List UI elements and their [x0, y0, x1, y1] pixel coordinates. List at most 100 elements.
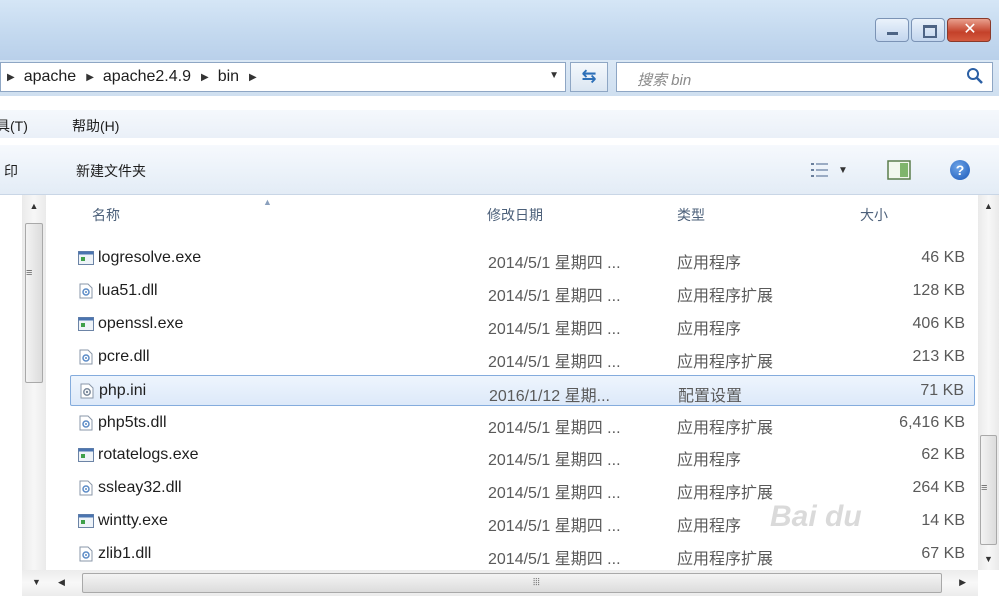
minimize-button[interactable]	[875, 18, 909, 42]
file-date: 2014/5/1 星期四 ...	[488, 419, 621, 437]
column-header-type[interactable]: 类型	[677, 205, 705, 225]
close-button[interactable]: ✕	[947, 18, 991, 42]
menu-help[interactable]: 帮助(H)	[72, 116, 119, 136]
search-placeholder: 搜索 bin	[637, 72, 692, 89]
minimize-icon	[887, 32, 898, 35]
dll-icon	[78, 283, 94, 299]
file-size: 128 KB	[912, 281, 965, 299]
scroll-down-icon[interactable]: ▼	[32, 577, 41, 587]
file-row[interactable]: openssl.exe 2014/5/1 星期四 ... 应用程序 406 KB	[70, 309, 975, 340]
view-options-icon[interactable]	[810, 161, 830, 179]
print-button[interactable]: 印	[4, 161, 18, 181]
exe-icon	[78, 447, 94, 463]
maximize-button[interactable]	[911, 18, 945, 42]
search-input[interactable]: 搜索 bin	[616, 62, 993, 92]
file-name: logresolve.exe	[98, 249, 202, 266]
file-type: 应用程序扩展	[677, 485, 774, 503]
file-name: php.ini	[99, 381, 147, 399]
file-date: 2014/5/1 星期四 ...	[488, 320, 621, 338]
file-date: 2014/5/1 星期四 ...	[488, 255, 621, 272]
navigation-pane-scrollbar[interactable]: ▲ ≡	[22, 195, 46, 570]
file-type: 应用程序	[677, 255, 742, 272]
file-row[interactable]: logresolve.exe 2014/5/1 星期四 ... 应用程序 46 KB	[70, 243, 975, 274]
scroll-down-icon[interactable]: ▼	[978, 554, 999, 564]
file-date: 2014/5/1 星期四 ...	[488, 452, 621, 470]
file-size: 6,416 KB	[899, 413, 965, 431]
file-row[interactable]: rotatelogs.exe 2014/5/1 星期四 ... 应用程序 62 KB	[70, 440, 975, 471]
file-row[interactable]: lua51.dll 2014/5/1 星期四 ... 应用程序扩展 128 KB	[70, 276, 975, 307]
file-date: 2014/5/1 星期四 ...	[488, 551, 621, 569]
scroll-up-icon[interactable]: ▲	[978, 201, 999, 211]
file-size: 213 KB	[912, 347, 965, 365]
file-date: 2014/5/1 星期四 ...	[488, 518, 621, 536]
scroll-grip-icon: ≡	[26, 267, 33, 279]
dll-icon	[78, 480, 94, 496]
file-row[interactable]: php5ts.dll 2014/5/1 星期四 ... 应用程序扩展 6,416 KB	[70, 408, 975, 439]
sort-ascending-icon: ▲	[263, 197, 272, 207]
file-size: 406 KB	[912, 314, 965, 332]
file-name: lua51.dll	[98, 281, 158, 299]
file-type: 应用程序扩展	[677, 551, 774, 569]
file-type: 应用程序	[677, 452, 742, 470]
breadcrumb-apache249[interactable]: apache2.4.9	[103, 68, 191, 86]
file-row[interactable]: php.ini 2016/1/12 星期... 配置设置 71 KB	[70, 374, 975, 406]
file-row[interactable]: pcre.dll 2014/5/1 星期四 ... 应用程序扩展 213 KB	[70, 342, 975, 373]
watermark-logo: Bai du	[770, 500, 862, 533]
menu-tools[interactable]: 具(T)	[0, 116, 28, 136]
new-folder-button[interactable]: 新建文件夹	[76, 161, 146, 181]
dll-icon	[78, 349, 94, 365]
help-icon[interactable]: ?	[950, 160, 970, 180]
address-bar[interactable]: ▶ apache ▶ apache2.4.9 ▶ bin ▶ ▼	[0, 62, 566, 92]
refresh-button[interactable]: ⇆	[570, 62, 608, 92]
file-date: 2014/5/1 星期四 ...	[488, 485, 621, 503]
maximize-icon	[923, 25, 937, 38]
scroll-grip-icon: ⦙⦙⦙	[533, 577, 540, 588]
title-bar: ✕	[0, 0, 999, 60]
address-row: ▶ apache ▶ apache2.4.9 ▶ bin ▶ ▼ ⇆ 搜索 bi…	[0, 60, 999, 96]
scroll-right-icon[interactable]: ▶	[959, 577, 966, 588]
scroll-grip-icon: ≡	[981, 482, 988, 494]
scrollbar-thumb[interactable]	[25, 223, 43, 383]
view-dropdown-icon[interactable]: ▼	[838, 165, 848, 176]
scroll-up-icon[interactable]: ▲	[22, 201, 46, 211]
exe-icon	[78, 316, 94, 332]
search-icon[interactable]	[966, 67, 984, 85]
file-type: 应用程序	[677, 320, 742, 338]
preview-pane-icon[interactable]	[887, 160, 911, 180]
file-size: 62 KB	[921, 446, 965, 464]
column-header-name[interactable]: 名称	[92, 205, 120, 225]
address-dropdown-icon[interactable]: ▼	[549, 70, 559, 81]
column-header-date[interactable]: 修改日期	[487, 205, 543, 225]
window-controls: ✕	[873, 18, 991, 42]
breadcrumb-separator-icon[interactable]: ▶	[86, 72, 94, 83]
file-date: 2014/5/1 星期四 ...	[488, 353, 621, 371]
file-size: 71 KB	[920, 381, 964, 399]
file-name: zlib1.dll	[98, 545, 152, 563]
close-icon: ✕	[963, 21, 977, 38]
file-name: php5ts.dll	[98, 413, 167, 431]
ini-icon	[79, 383, 95, 399]
scrollbar-thumb[interactable]: ⦙⦙⦙	[82, 573, 942, 593]
refresh-icon: ⇆	[581, 66, 597, 86]
file-name: wintty.exe	[98, 512, 168, 530]
file-name: rotatelogs.exe	[98, 446, 199, 464]
file-size: 264 KB	[912, 479, 965, 497]
file-size: 46 KB	[921, 249, 965, 266]
breadcrumb-separator-icon[interactable]: ▶	[249, 72, 257, 83]
file-type: 应用程序	[677, 518, 742, 536]
breadcrumb-separator-icon[interactable]: ▶	[7, 72, 15, 83]
breadcrumb-apache[interactable]: apache	[24, 68, 77, 86]
breadcrumb-bin[interactable]: bin	[218, 68, 239, 86]
column-header-size[interactable]: 大小	[860, 205, 888, 225]
file-name: pcre.dll	[98, 347, 150, 365]
file-name: ssleay32.dll	[98, 479, 182, 497]
file-type: 配置设置	[678, 387, 743, 405]
file-date: 2016/1/12 星期...	[489, 387, 610, 405]
command-bar: 印 新建文件夹 ▼ ?	[0, 145, 999, 195]
file-list-scrollbar[interactable]: ▲ ≡ ▼	[978, 195, 999, 570]
breadcrumb-separator-icon[interactable]: ▶	[201, 72, 209, 83]
horizontal-scrollbar[interactable]: ▼ ◀ ⦙⦙⦙ ▶	[22, 570, 978, 596]
exe-icon	[78, 250, 94, 266]
scroll-left-icon[interactable]: ◀	[58, 577, 65, 588]
file-date: 2014/5/1 星期四 ...	[488, 287, 621, 305]
